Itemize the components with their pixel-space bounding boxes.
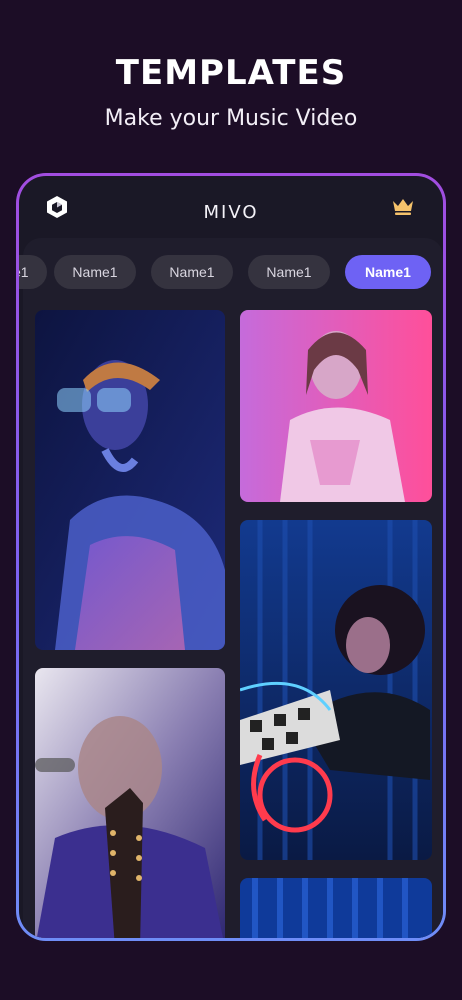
hero-title: TEMPLATES: [115, 53, 347, 93]
phone-frame: MIVO Name1 Name1 Name1 Name1 Name1: [16, 173, 446, 941]
category-tab[interactable]: Name1: [19, 255, 47, 289]
hero-subtitle: Make your Music Video: [104, 106, 358, 131]
category-tab[interactable]: Name1: [248, 255, 330, 289]
app-title: MIVO: [203, 202, 259, 223]
crown-icon[interactable]: [391, 196, 415, 216]
category-tab-active[interactable]: Name1: [345, 255, 431, 289]
category-tab[interactable]: Name1: [151, 255, 233, 289]
template-card[interactable]: [35, 668, 225, 938]
template-card[interactable]: [240, 310, 432, 502]
template-card[interactable]: [35, 310, 225, 650]
template-card[interactable]: [240, 520, 432, 860]
category-tab[interactable]: Name1: [54, 255, 136, 289]
template-feed: Name1 Name1 Name1 Name1 Name1: [19, 238, 443, 938]
template-thumbnail: [35, 668, 225, 938]
top-bar: MIVO: [19, 176, 443, 238]
template-thumbnail: [240, 520, 432, 860]
app-screen: MIVO Name1 Name1 Name1 Name1 Name1: [19, 176, 443, 938]
template-thumbnail: [240, 878, 432, 938]
template-card[interactable]: [240, 878, 432, 938]
template-thumbnail: [240, 310, 432, 502]
template-thumbnail: [35, 310, 225, 650]
